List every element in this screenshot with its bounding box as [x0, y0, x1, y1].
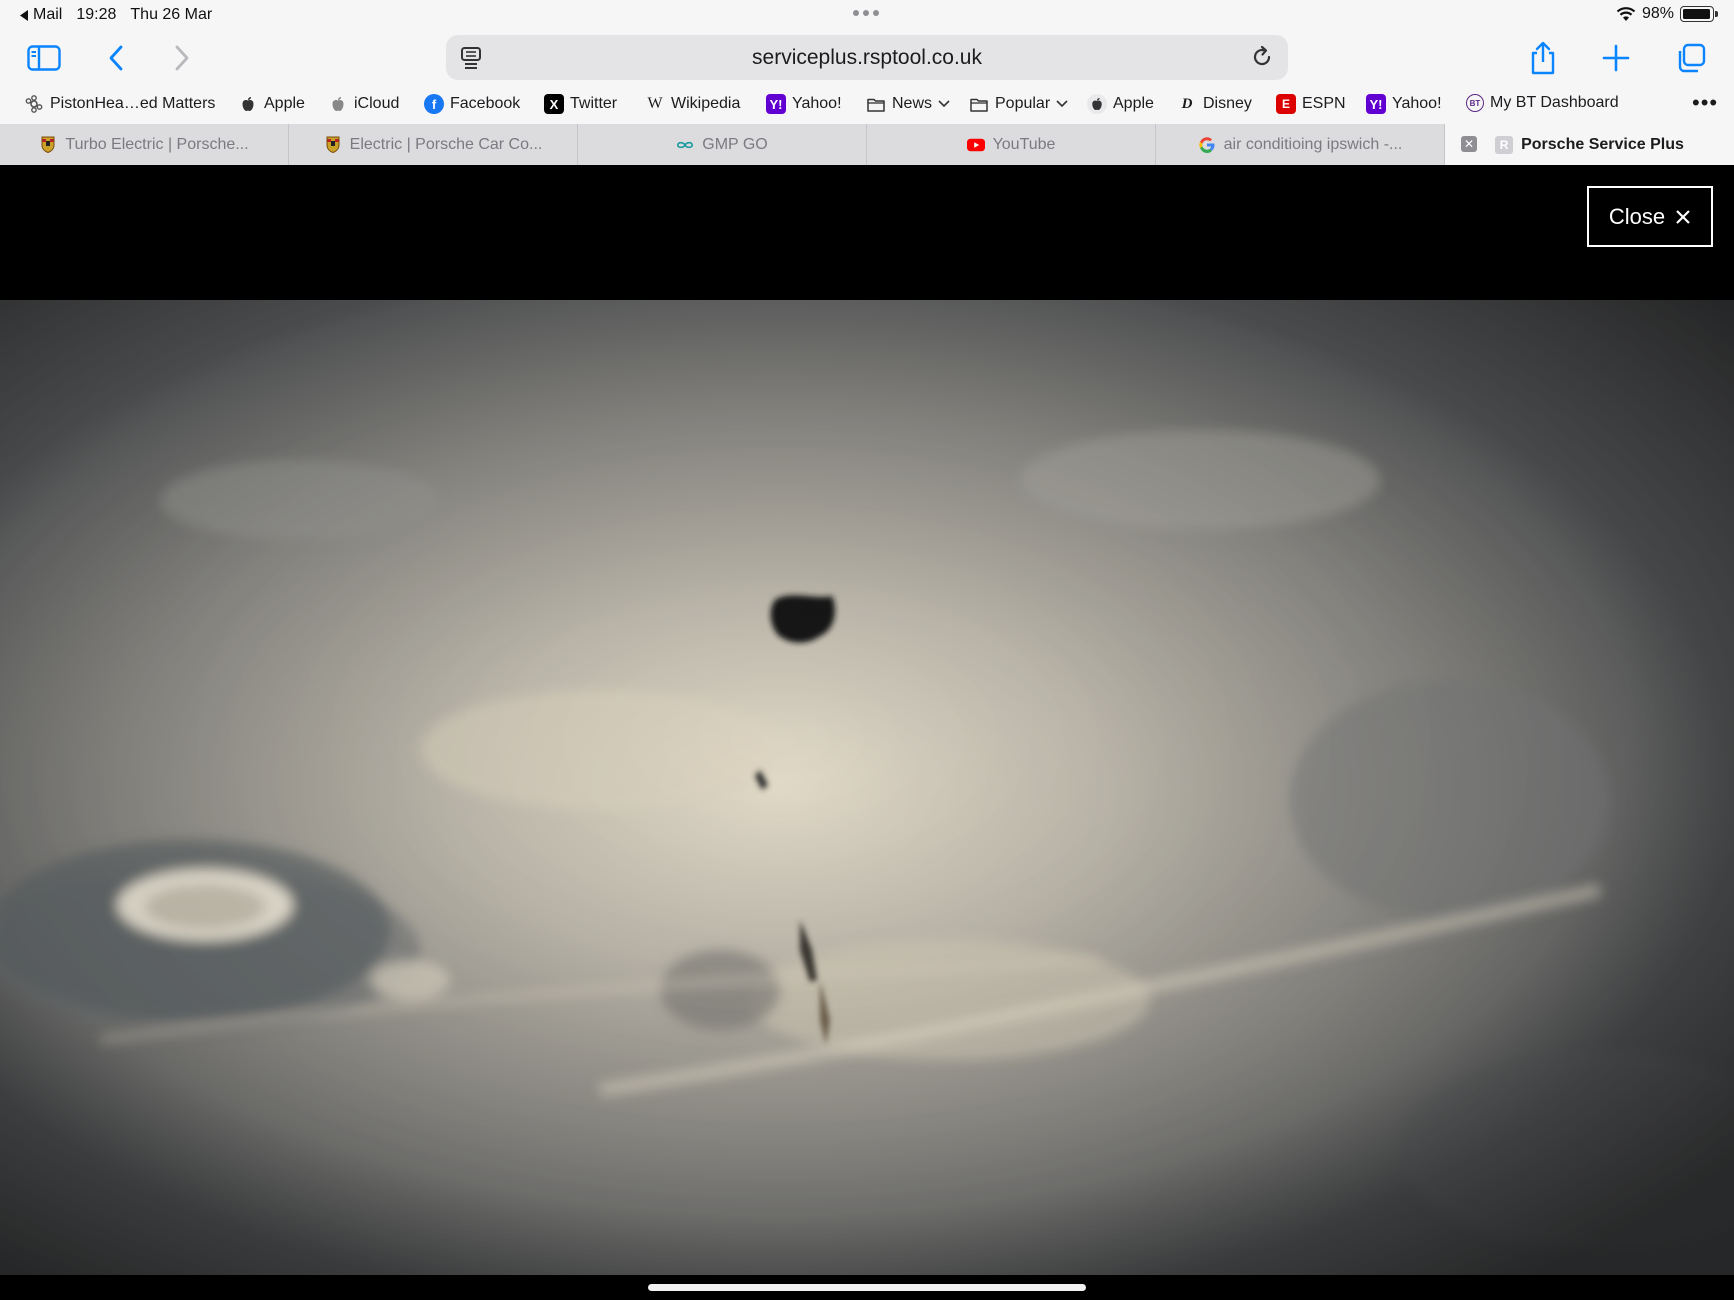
- favorite-label: Yahoo!: [1392, 95, 1442, 112]
- wifi-icon: [1616, 7, 1636, 21]
- favorite-label: iCloud: [354, 95, 400, 112]
- favorite-wikipedia[interactable]: W Wikipedia: [645, 94, 740, 114]
- tab-label: Electric | Porsche Car Co...: [349, 135, 543, 153]
- apple-icon: [328, 94, 348, 114]
- status-time: 19:28: [76, 6, 117, 23]
- apple-icon: [1087, 94, 1107, 114]
- new-tab-plus-icon[interactable]: [1596, 40, 1636, 76]
- photo-texture: [0, 300, 1734, 1275]
- tab-electric-porsche[interactable]: Electric | Porsche Car Co...: [289, 124, 578, 165]
- tab-strip: Turbo Electric | Porsche... Electric | P…: [0, 124, 1734, 165]
- favorite-twitter[interactable]: X Twitter: [544, 94, 617, 114]
- battery-icon: [1680, 6, 1718, 22]
- favorite-yahoo-2[interactable]: Y! Yahoo!: [1366, 94, 1442, 114]
- favorite-label: News: [892, 95, 933, 112]
- porsche-crest-icon: [324, 136, 342, 154]
- tab-label: Porsche Service Plus: [1521, 135, 1684, 153]
- favorite-yahoo[interactable]: Y! Yahoo!: [766, 94, 842, 114]
- favorite-label: ESPN: [1302, 95, 1346, 112]
- infinity-icon: [676, 136, 694, 154]
- multitasking-dots-icon[interactable]: [853, 10, 879, 16]
- letter-r-icon: R: [1495, 135, 1514, 154]
- tab-label: GMP GO: [702, 135, 768, 153]
- tab-porsche-service-plus[interactable]: ✕ R Porsche Service Plus: [1445, 124, 1734, 165]
- status-bar: Mail 19:28 Thu 26 Mar 98%: [0, 0, 1734, 30]
- browser-toolbar: serviceplus.rsptool.co.uk: [0, 32, 1734, 84]
- share-icon[interactable]: [1523, 40, 1563, 76]
- reload-icon[interactable]: [1250, 45, 1274, 74]
- bt-icon: BT: [1466, 94, 1484, 112]
- favorite-label: Disney: [1203, 95, 1252, 112]
- espn-icon: E: [1276, 94, 1296, 114]
- favorite-my-bt-dashboard[interactable]: BT My BT Dashboard: [1466, 94, 1619, 112]
- close-tab-icon[interactable]: ✕: [1461, 136, 1477, 152]
- tab-youtube[interactable]: YouTube: [867, 124, 1156, 165]
- favorite-label: PistonHea…ed Matters: [50, 95, 216, 112]
- close-button-label: Close: [1608, 203, 1666, 229]
- disney-icon: D: [1181, 95, 1193, 112]
- favorite-folder-popular[interactable]: Popular: [969, 94, 1068, 114]
- home-indicator[interactable]: [648, 1284, 1086, 1291]
- favorite-pistonheads[interactable]: PistonHea…ed Matters: [24, 94, 215, 114]
- favorite-apple-2[interactable]: Apple: [1087, 94, 1154, 114]
- image-viewer-header: [0, 165, 1734, 300]
- favorite-label: Popular: [995, 95, 1051, 112]
- porsche-crest-icon: [39, 136, 57, 154]
- wikipedia-icon: W: [647, 95, 663, 112]
- more-favorites-icon[interactable]: •••: [1692, 90, 1718, 116]
- forward-chevron-icon[interactable]: [162, 40, 202, 76]
- favorite-label: Facebook: [450, 95, 521, 112]
- sidebar-toggle-icon[interactable]: [24, 40, 64, 76]
- favorite-folder-news[interactable]: News: [866, 94, 950, 114]
- favorite-espn[interactable]: E ESPN: [1276, 94, 1346, 114]
- folder-icon: [969, 94, 989, 114]
- status-left: Mail 19:28 Thu 26 Mar: [20, 6, 212, 24]
- favorite-label: Wikipedia: [671, 95, 741, 112]
- status-right: 98%: [1616, 5, 1718, 23]
- close-viewer-button[interactable]: Close: [1587, 186, 1713, 247]
- tab-label: Turbo Electric | Porsche...: [65, 135, 249, 153]
- yahoo-icon: Y!: [766, 94, 786, 114]
- back-triangle-icon: [20, 9, 28, 21]
- favorite-icloud[interactable]: iCloud: [328, 94, 399, 114]
- tab-google-search[interactable]: air conditioing ipswich -...: [1156, 124, 1445, 165]
- tab-turbo-electric[interactable]: Turbo Electric | Porsche...: [0, 124, 289, 165]
- favorite-label: Yahoo!: [792, 95, 842, 112]
- tab-label: air conditioing ipswich -...: [1223, 135, 1403, 153]
- favorite-label: My BT Dashboard: [1490, 94, 1619, 111]
- back-to-app-button[interactable]: Mail: [20, 6, 62, 24]
- folder-icon: [866, 94, 886, 114]
- favorites-bar: PistonHea…ed Matters Apple iCloud f Face…: [0, 90, 1734, 120]
- chevron-down-icon: [1056, 100, 1068, 108]
- gear-icon: [24, 94, 44, 114]
- status-date: Thu 26 Mar: [130, 6, 213, 23]
- youtube-icon: [966, 136, 985, 154]
- tab-gmp-go[interactable]: GMP GO: [578, 124, 867, 165]
- favorite-label: Apple: [264, 95, 305, 112]
- favorite-apple[interactable]: Apple: [238, 94, 305, 114]
- close-icon: [1676, 209, 1690, 224]
- chevron-down-icon: [938, 100, 950, 108]
- yahoo-icon: Y!: [1366, 94, 1386, 114]
- facebook-icon: f: [424, 94, 444, 114]
- favorite-label: Twitter: [570, 95, 618, 112]
- back-chevron-icon[interactable]: [96, 40, 136, 76]
- vehicle-underbody-photo: [0, 300, 1734, 1275]
- favorite-facebook[interactable]: f Facebook: [424, 94, 520, 114]
- browser-chrome: Mail 19:28 Thu 26 Mar 98% serviceplus.rs…: [0, 0, 1734, 165]
- tab-overview-icon[interactable]: [1671, 40, 1711, 76]
- favorite-disney[interactable]: D Disney: [1177, 94, 1252, 114]
- back-app-label: Mail: [33, 6, 63, 23]
- battery-percent: 98%: [1641, 5, 1674, 22]
- google-icon: [1198, 136, 1216, 154]
- tab-label: YouTube: [992, 135, 1056, 153]
- url-text: serviceplus.rsptool.co.uk: [752, 46, 982, 69]
- apple-icon: [238, 94, 258, 114]
- address-bar[interactable]: serviceplus.rsptool.co.uk: [446, 35, 1288, 80]
- favorite-label: Apple: [1113, 95, 1154, 112]
- x-icon: X: [544, 94, 564, 114]
